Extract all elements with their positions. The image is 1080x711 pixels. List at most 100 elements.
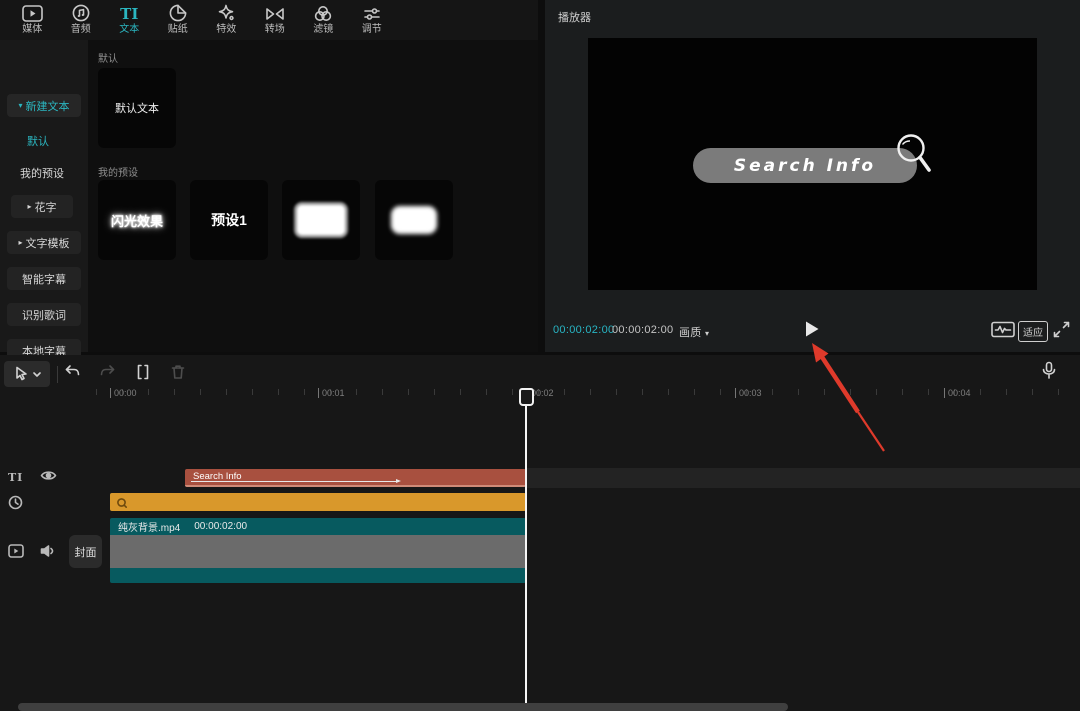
tile-default-text[interactable]: 默认文本 xyxy=(98,68,176,148)
timeline-toolbar xyxy=(0,355,1080,388)
tile-label: 默认文本 xyxy=(115,100,159,116)
tab-label: 特效 xyxy=(216,25,236,35)
top-toolbar: 媒体 音频 TI 文本 贴纸 特效 xyxy=(0,0,538,40)
delete-button[interactable] xyxy=(170,364,186,380)
waveform-monitor-icon[interactable] xyxy=(991,321,1015,338)
sidebar-item-label: 智能字幕 xyxy=(22,271,66,287)
effect-icon xyxy=(116,497,127,508)
effect-clip[interactable] xyxy=(110,493,526,511)
glow-text-thumbnail xyxy=(297,205,345,235)
tile-label: 闪光效果 xyxy=(111,211,163,230)
sticker-icon xyxy=(169,5,187,22)
magnifier-icon xyxy=(888,130,940,186)
section-title-my-presets: 我的预设 xyxy=(98,164,138,179)
tab-label: 调节 xyxy=(362,25,382,35)
text-track-icon: TI xyxy=(8,471,23,484)
tile-preset-flash-effect[interactable]: 闪光效果 xyxy=(98,180,176,260)
adjust-icon xyxy=(363,5,381,22)
tile-preset-3[interactable] xyxy=(375,180,453,260)
horizontal-scrollbar[interactable] xyxy=(18,703,788,711)
quality-dropdown[interactable]: 画质 ▾ xyxy=(679,324,709,340)
sidebar-item-text-template[interactable]: ▸ 文字模板 xyxy=(7,231,81,254)
tab-label: 文本 xyxy=(119,25,139,35)
sidebar-item-label: 新建文本 xyxy=(26,98,70,114)
animation-arrow-line xyxy=(191,481,399,482)
tab-effects[interactable]: 特效 xyxy=(202,0,251,40)
chevron-down-icon: ▾ xyxy=(705,329,709,338)
speaker-icon[interactable] xyxy=(40,544,56,558)
sidebar-item-smart-captions[interactable]: 智能字幕 xyxy=(7,267,81,290)
cursor-icon xyxy=(14,366,28,382)
fit-button[interactable]: 适应 xyxy=(1018,321,1048,342)
video-clip-header: 纯灰背景.mp4 00:00:02:00 xyxy=(110,518,526,535)
sidebar-item-label: 识别歌词 xyxy=(22,307,66,323)
text-track-row xyxy=(526,468,1080,488)
caret-right-icon: ▸ xyxy=(27,203,31,211)
caret-down-icon: ▾ xyxy=(18,102,22,110)
sidebar-item-new-text[interactable]: ▾ 新建文本 xyxy=(7,94,81,117)
glow-text-thumbnail xyxy=(391,206,437,234)
current-time: 00:00:02:00 xyxy=(553,324,614,336)
tab-filter[interactable]: 滤镜 xyxy=(299,0,348,40)
search-info-text-overlay[interactable]: Search Info xyxy=(693,148,917,183)
video-clip-audio-strip xyxy=(110,568,526,583)
sidebar-item-fancy-text[interactable]: ▸ 花字 xyxy=(11,195,73,218)
effects-icon xyxy=(217,5,235,22)
tab-sticker[interactable]: 贴纸 xyxy=(154,0,203,40)
tab-adjust[interactable]: 调节 xyxy=(348,0,397,40)
ruler-label: 00:04 xyxy=(944,388,971,398)
clock-icon[interactable] xyxy=(8,495,23,510)
tab-label: 贴纸 xyxy=(168,25,188,35)
tile-label: 预设1 xyxy=(211,210,247,230)
app-window: 媒体 音频 TI 文本 贴纸 特效 xyxy=(0,0,1080,711)
fullscreen-icon[interactable] xyxy=(1053,321,1070,338)
eye-icon[interactable] xyxy=(40,469,57,482)
video-preview: Search Info xyxy=(588,38,1037,290)
caret-right-icon: ▸ xyxy=(18,239,22,247)
select-tool-button[interactable] xyxy=(4,361,50,387)
tab-label: 滤镜 xyxy=(313,25,333,35)
sidebar-item-my-presets[interactable]: 我的预设 xyxy=(20,165,64,181)
ruler-label: 00:03 xyxy=(735,388,762,398)
text-sidebar: ▾ 新建文本 默认 我的预设 ▸ 花字 ▸ 文字模板 智能字幕 识别歌词 本地字… xyxy=(0,40,88,352)
audio-icon xyxy=(72,5,90,22)
video-clip-duration: 00:00:02:00 xyxy=(194,521,247,532)
microphone-icon[interactable] xyxy=(1040,361,1058,380)
split-button[interactable] xyxy=(135,364,151,380)
section-title-default: 默认 xyxy=(98,50,118,65)
sidebar-item-lyrics-recognition[interactable]: 识别歌词 xyxy=(7,303,81,326)
total-time: 00:00:02:00 xyxy=(612,324,673,336)
text-library: 默认 默认文本 我的预设 闪光效果 预设1 xyxy=(88,40,538,352)
ruler-label: 00:00 xyxy=(110,388,137,398)
overlay-text: Search Info xyxy=(734,156,876,176)
tab-transition[interactable]: 转场 xyxy=(251,0,300,40)
tile-preset-1[interactable]: 预设1 xyxy=(190,180,268,260)
sidebar-item-label: 花字 xyxy=(35,199,57,215)
chevron-down-icon xyxy=(33,372,41,377)
tab-audio[interactable]: 音频 xyxy=(57,0,106,40)
sidebar-item-default[interactable]: 默认 xyxy=(27,133,49,149)
tab-media[interactable]: 媒体 xyxy=(8,0,57,40)
sidebar-item-label: 文字模板 xyxy=(26,235,70,251)
video-track-icon xyxy=(8,544,24,558)
transition-icon xyxy=(265,5,285,22)
asset-panel: 媒体 音频 TI 文本 贴纸 特效 xyxy=(0,0,538,352)
video-clip-name: 纯灰背景.mp4 xyxy=(118,519,180,534)
timeline-ruler[interactable] xyxy=(96,389,1080,395)
player-panel: 播放器 Search Info 00:00:02:00 00:00:02:00 … xyxy=(545,0,1080,352)
tile-preset-2[interactable] xyxy=(282,180,360,260)
playhead-line xyxy=(525,401,527,703)
cover-button[interactable]: 封面 xyxy=(69,535,102,568)
redo-button[interactable] xyxy=(99,364,117,379)
play-button[interactable] xyxy=(804,320,820,338)
video-clip-filmstrip xyxy=(110,535,526,568)
playhead-handle[interactable] xyxy=(519,388,534,406)
undo-button[interactable] xyxy=(63,364,81,379)
video-clip[interactable]: 纯灰背景.mp4 00:00:02:00 xyxy=(110,518,526,583)
filter-icon xyxy=(314,5,332,22)
player-title: 播放器 xyxy=(558,9,591,25)
toolbar-divider xyxy=(57,366,58,383)
tab-text[interactable]: TI 文本 xyxy=(105,0,154,40)
quality-label: 画质 xyxy=(679,327,702,339)
text-clip-search-info[interactable]: Search Info xyxy=(185,469,526,487)
